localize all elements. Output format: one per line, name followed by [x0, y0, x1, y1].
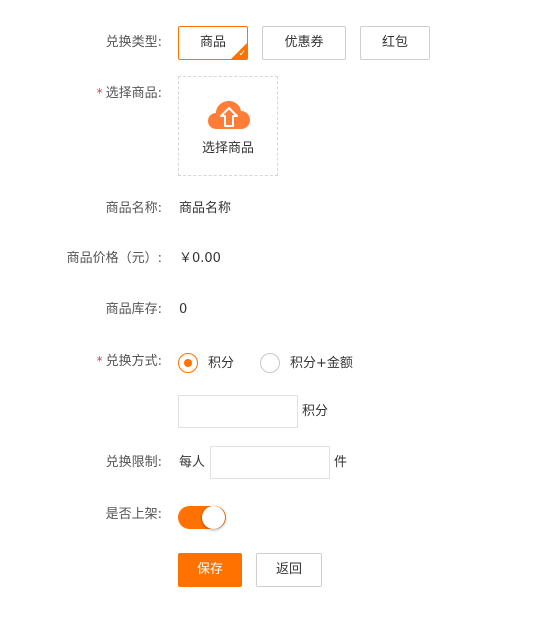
product-name-label: 商品名称:: [105, 201, 162, 216]
save-button[interactable]: 保存: [178, 553, 242, 587]
exchange-limit-label: 兑换限制:: [105, 455, 162, 470]
product-price-value: ￥0.00: [179, 251, 221, 266]
type-option-product-label: 商品: [199, 35, 226, 50]
product-stock-value: 0: [179, 302, 188, 317]
back-button[interactable]: 返回: [256, 553, 322, 587]
limit-prefix: 每人: [179, 455, 206, 470]
required-mark: *: [96, 86, 103, 100]
select-product-upload[interactable]: 选择商品: [178, 76, 278, 176]
points-suffix: 积分: [302, 404, 329, 419]
exchange-method-label-text: 兑换方式:: [105, 354, 162, 369]
limit-suffix: 件: [334, 455, 348, 470]
cloud-upload-icon: [208, 101, 250, 129]
toggle-knob: [202, 506, 225, 529]
type-option-coupon[interactable]: 优惠券: [262, 26, 346, 60]
type-option-product[interactable]: 商品 ✓: [178, 26, 248, 60]
required-mark: *: [96, 354, 103, 368]
product-stock-label: 商品库存:: [105, 302, 162, 317]
exchange-form: 兑换类型: 商品 ✓ 优惠券 红包 * 选择商品: 选择商品 商品名称: 商品名称…: [0, 0, 548, 633]
radio-points-plus-amount-label[interactable]: 积分+金额: [290, 355, 353, 373]
type-option-coupon-label: 优惠券: [284, 35, 324, 50]
listed-toggle[interactable]: [178, 506, 226, 529]
select-product-label-text: 选择商品:: [105, 86, 162, 101]
radio-points-label[interactable]: 积分: [208, 355, 234, 373]
listed-label: 是否上架:: [105, 507, 162, 522]
radio-points-plus-amount[interactable]: [260, 353, 280, 373]
points-input[interactable]: [178, 395, 298, 428]
select-product-label: * 选择商品:: [0, 84, 162, 103]
product-name-value: 商品名称: [179, 201, 232, 216]
radio-dot-icon: [184, 359, 192, 367]
exchange-method-label: * 兑换方式:: [0, 352, 162, 371]
limit-input[interactable]: [210, 446, 330, 479]
type-option-red-packet-label: 红包: [381, 35, 408, 50]
upload-text: 选择商品: [201, 141, 254, 156]
radio-points[interactable]: [178, 353, 198, 373]
check-icon: ✓: [238, 49, 246, 59]
type-option-red-packet[interactable]: 红包: [360, 26, 430, 60]
product-price-label: 商品价格（元）:: [66, 251, 162, 266]
exchange-type-label: 兑换类型:: [105, 35, 162, 50]
